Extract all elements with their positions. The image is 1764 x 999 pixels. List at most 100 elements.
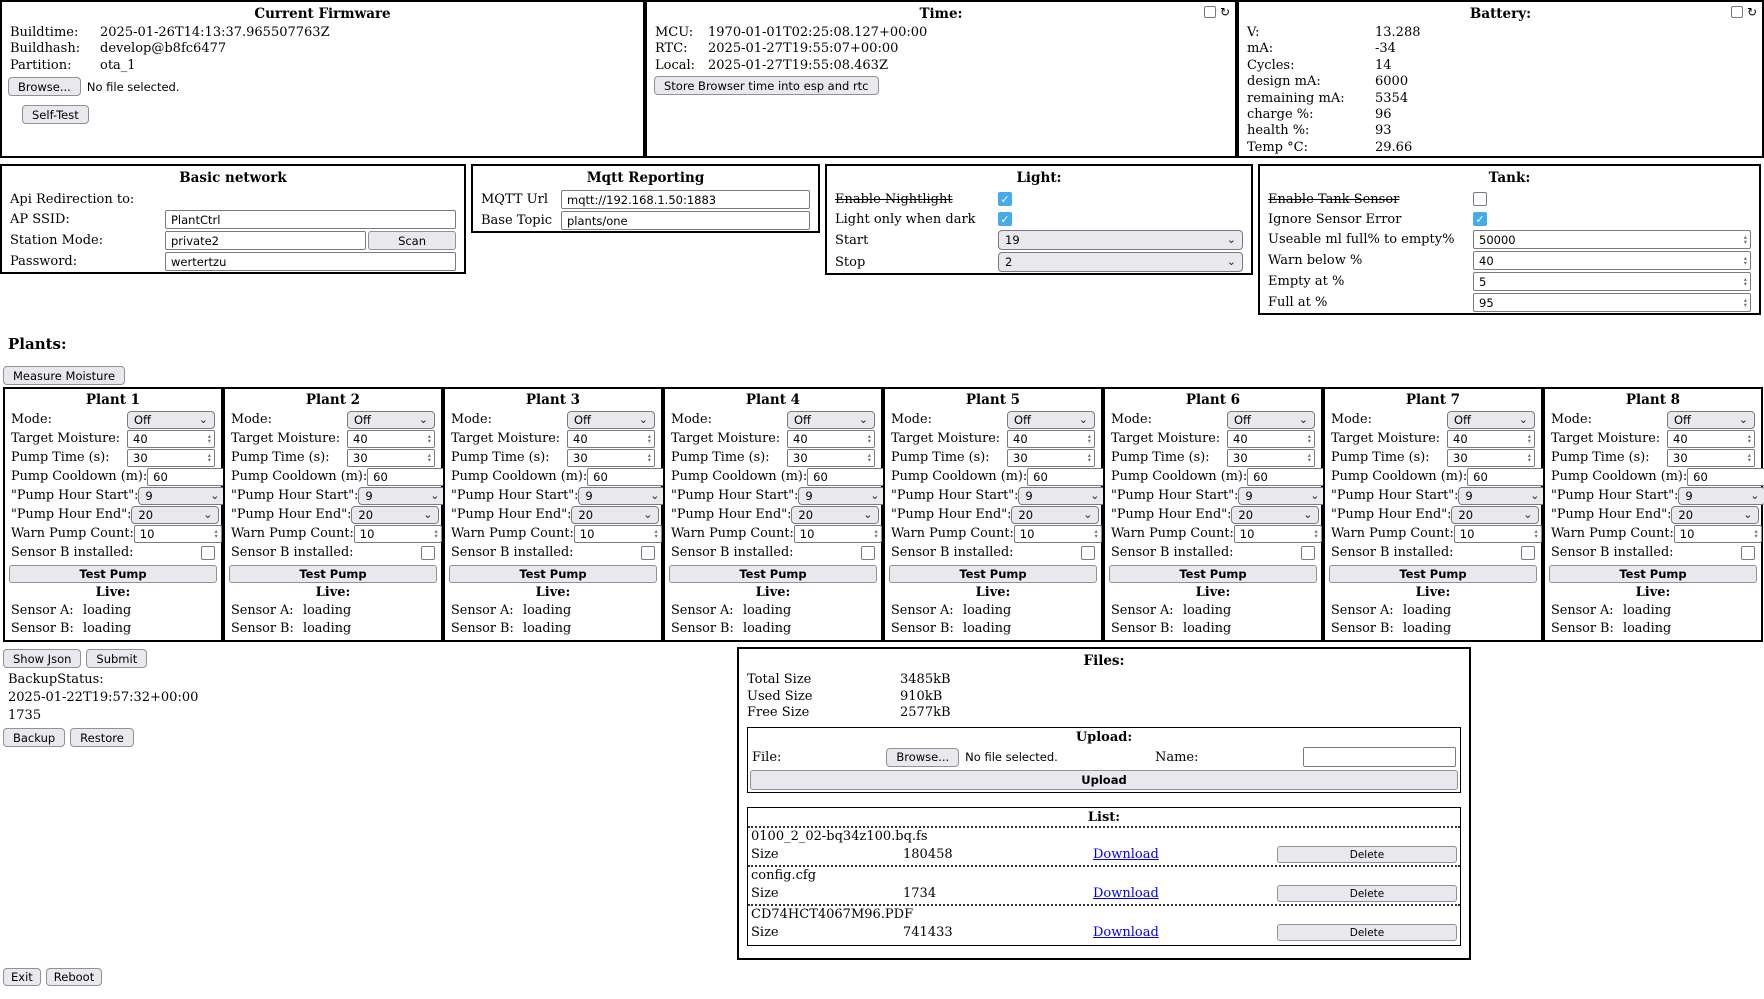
- plant-sensor_b_installed-checkbox[interactable]: [201, 546, 215, 560]
- plant-pump_hour_end-select[interactable]: 20⌄: [351, 506, 439, 524]
- auto-refresh-checkbox[interactable]: [1731, 6, 1743, 18]
- plant-pump_time_s-input[interactable]: 30▴▾: [347, 449, 435, 467]
- enable-nightlight-checkbox[interactable]: [998, 192, 1012, 206]
- plant-pump_cooldown_m-input[interactable]: 60▴▾: [1247, 468, 1335, 486]
- plant-pump_time_s-input[interactable]: 30▴▾: [127, 449, 215, 467]
- plant-target_moisture-input[interactable]: 40▴▾: [347, 430, 435, 448]
- download-link[interactable]: Download: [1093, 847, 1159, 862]
- plant-mode-select[interactable]: Off⌄: [567, 411, 655, 429]
- plant-pump_hour_end-select[interactable]: 20⌄: [131, 506, 219, 524]
- spinner-icon[interactable]: ▴▾: [215, 529, 218, 539]
- plant-target_moisture-input[interactable]: 40▴▾: [787, 430, 875, 448]
- plant-warn_pump_count-input[interactable]: 10▴▾: [574, 525, 662, 543]
- plant-mode-select[interactable]: Off⌄: [1447, 411, 1535, 429]
- enable-tank-sensor-checkbox[interactable]: [1473, 192, 1487, 206]
- auto-refresh-checkbox[interactable]: [1204, 6, 1216, 18]
- plant-warn_pump_count-input[interactable]: 10▴▾: [1454, 525, 1542, 543]
- download-link[interactable]: Download: [1093, 886, 1159, 901]
- refresh-icon[interactable]: ↻: [1747, 6, 1757, 18]
- delete-button[interactable]: Delete: [1277, 924, 1457, 941]
- plant-sensor_b_installed-checkbox[interactable]: [1081, 546, 1095, 560]
- plant-pump_hour_start-select[interactable]: 9⌄: [358, 487, 446, 505]
- spinner-icon[interactable]: ▴▾: [1755, 529, 1758, 539]
- plant-pump_time_s-input[interactable]: 30▴▾: [567, 449, 655, 467]
- plant-warn_pump_count-input[interactable]: 10▴▾: [134, 525, 222, 543]
- reboot-button[interactable]: Reboot: [46, 968, 102, 986]
- plant-target_moisture-input[interactable]: 40▴▾: [567, 430, 655, 448]
- plant-pump_hour_start-select[interactable]: 9⌄: [1238, 487, 1326, 505]
- plant-pump_cooldown_m-input[interactable]: 60▴▾: [807, 468, 895, 486]
- plant-pump_time_s-input[interactable]: 30▴▾: [1007, 449, 1095, 467]
- spinner-icon[interactable]: ▴▾: [1744, 298, 1747, 308]
- test-pump-button[interactable]: Test Pump: [1329, 565, 1537, 583]
- spinner-icon[interactable]: ▴▾: [1528, 434, 1531, 444]
- plant-warn_pump_count-input[interactable]: 10▴▾: [1234, 525, 1322, 543]
- test-pump-button[interactable]: Test Pump: [9, 565, 217, 583]
- empty-at-input[interactable]: 5▴▾: [1473, 272, 1751, 291]
- plant-target_moisture-input[interactable]: 40▴▾: [1007, 430, 1095, 448]
- spinner-icon[interactable]: ▴▾: [1095, 529, 1098, 539]
- plant-mode-select[interactable]: Off⌄: [1227, 411, 1315, 429]
- ignore-sensor-error-checkbox[interactable]: [1473, 212, 1487, 226]
- plant-pump_hour_start-select[interactable]: 9⌄: [1458, 487, 1546, 505]
- plant-pump_time_s-input[interactable]: 30▴▾: [1227, 449, 1315, 467]
- spinner-icon[interactable]: ▴▾: [1308, 434, 1311, 444]
- browse-button[interactable]: Browse...: [8, 77, 81, 96]
- plant-pump_hour_end-select[interactable]: 20⌄: [1231, 506, 1319, 524]
- spinner-icon[interactable]: ▴▾: [208, 434, 211, 444]
- plant-sensor_b_installed-checkbox[interactable]: [861, 546, 875, 560]
- plant-pump_cooldown_m-input[interactable]: 60▴▾: [1467, 468, 1555, 486]
- light-stop-select[interactable]: 2⌄: [998, 252, 1243, 272]
- spinner-icon[interactable]: ▴▾: [435, 529, 438, 539]
- plant-target_moisture-input[interactable]: 40▴▾: [1447, 430, 1535, 448]
- spinner-icon[interactable]: ▴▾: [655, 529, 658, 539]
- delete-button[interactable]: Delete: [1277, 885, 1457, 902]
- plant-pump_hour_end-select[interactable]: 20⌄: [571, 506, 659, 524]
- plant-warn_pump_count-input[interactable]: 10▴▾: [354, 525, 442, 543]
- test-pump-button[interactable]: Test Pump: [669, 565, 877, 583]
- plant-pump_time_s-input[interactable]: 30▴▾: [1447, 449, 1535, 467]
- plant-pump_time_s-input[interactable]: 30▴▾: [1667, 449, 1755, 467]
- download-link[interactable]: Download: [1093, 925, 1159, 940]
- delete-button[interactable]: Delete: [1277, 846, 1457, 863]
- plant-pump_time_s-input[interactable]: 30▴▾: [787, 449, 875, 467]
- plant-pump_hour_start-select[interactable]: 9⌄: [578, 487, 666, 505]
- spinner-icon[interactable]: ▴▾: [1744, 235, 1747, 245]
- spinner-icon[interactable]: ▴▾: [648, 434, 651, 444]
- backup-button[interactable]: Backup: [3, 728, 65, 747]
- light-only-when-dark-checkbox[interactable]: [998, 212, 1012, 226]
- plant-target_moisture-input[interactable]: 40▴▾: [1667, 430, 1755, 448]
- submit-button[interactable]: Submit: [86, 649, 147, 668]
- plant-pump_cooldown_m-input[interactable]: 60▴▾: [147, 468, 235, 486]
- test-pump-button[interactable]: Test Pump: [229, 565, 437, 583]
- spinner-icon[interactable]: ▴▾: [875, 529, 878, 539]
- plant-pump_hour_end-select[interactable]: 20⌄: [1671, 506, 1759, 524]
- spinner-icon[interactable]: ▴▾: [428, 453, 431, 463]
- plant-pump_hour_end-select[interactable]: 20⌄: [1011, 506, 1099, 524]
- plant-pump_cooldown_m-input[interactable]: 60▴▾: [587, 468, 675, 486]
- test-pump-button[interactable]: Test Pump: [889, 565, 1097, 583]
- plant-pump_cooldown_m-input[interactable]: 60▴▾: [1027, 468, 1115, 486]
- store-browser-time-button[interactable]: Store Browser time into esp and rtc: [654, 76, 879, 95]
- upload-name-input[interactable]: [1303, 747, 1457, 767]
- plant-pump_hour_start-select[interactable]: 9⌄: [1678, 487, 1764, 505]
- refresh-icon[interactable]: ↻: [1220, 6, 1230, 18]
- mqtt-url-input[interactable]: mqtt://192.168.1.50:1883: [561, 190, 810, 209]
- spinner-icon[interactable]: ▴▾: [1088, 434, 1091, 444]
- plant-warn_pump_count-input[interactable]: 10▴▾: [1014, 525, 1102, 543]
- plant-pump_cooldown_m-input[interactable]: 60▴▾: [1687, 468, 1764, 486]
- plant-warn_pump_count-input[interactable]: 10▴▾: [794, 525, 882, 543]
- ap-ssid-input[interactable]: PlantCtrl: [165, 210, 456, 229]
- plant-mode-select[interactable]: Off⌄: [787, 411, 875, 429]
- measure-moisture-button[interactable]: Measure Moisture: [3, 366, 125, 385]
- spinner-icon[interactable]: ▴▾: [208, 453, 211, 463]
- spinner-icon[interactable]: ▴▾: [1528, 453, 1531, 463]
- light-start-select[interactable]: 19⌄: [998, 230, 1243, 250]
- plant-pump_hour_end-select[interactable]: 20⌄: [1451, 506, 1539, 524]
- spinner-icon[interactable]: ▴▾: [1748, 434, 1751, 444]
- spinner-icon[interactable]: ▴▾: [1744, 256, 1747, 266]
- plant-target_moisture-input[interactable]: 40▴▾: [127, 430, 215, 448]
- full-at-input[interactable]: 95▴▾: [1473, 293, 1751, 312]
- useable-ml-input[interactable]: 50000▴▾: [1473, 230, 1751, 249]
- plant-mode-select[interactable]: Off⌄: [1007, 411, 1095, 429]
